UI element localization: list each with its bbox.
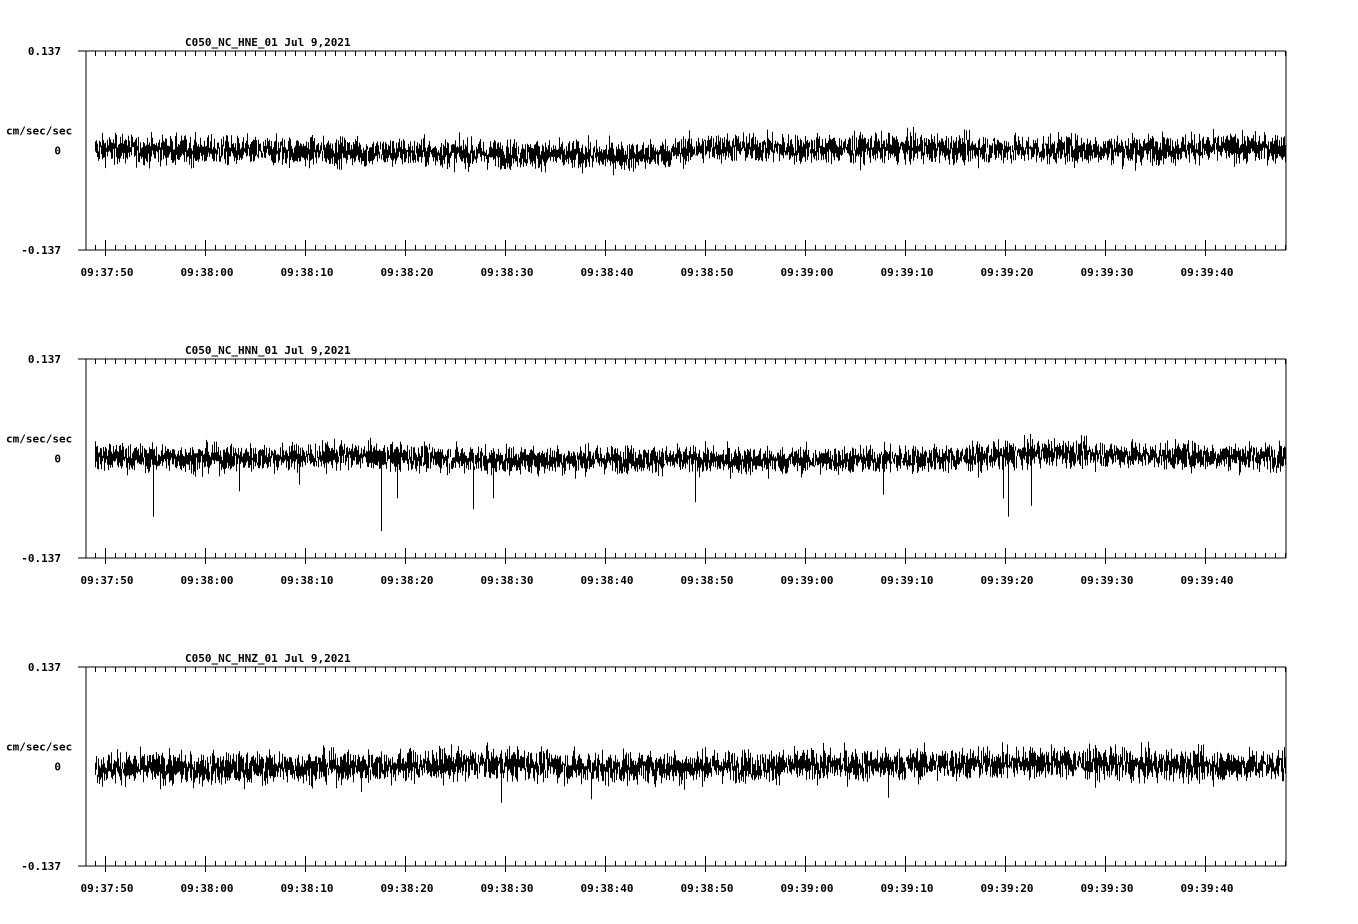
panel-title: C050_NC_HNZ_01 Jul 9,2021 [185,652,351,665]
channel-panel-2: C050_NC_HNN_01 Jul 9,2021 0.137 0 -0.137 cm/… [6,344,1287,587]
x-tick-label: 09:38:20 [381,882,434,895]
y-axis-label: cm/sec/sec [6,125,72,138]
x-tick-label: 09:38:30 [481,266,534,279]
y-axis-label: cm/sec/sec [6,741,72,754]
x-tick-label: 09:38:00 [181,882,234,895]
x-tick-label: 09:39:00 [781,266,834,279]
x-tick-label: 09:39:30 [1081,574,1134,587]
y-axis-label: cm/sec/sec [6,433,72,446]
x-tick-label: 09:39:40 [1181,574,1234,587]
seismogram-figure: C050_NC_HNE_01 Jul 9,2021 0.137 0 -0.137 cm/… [6,36,1287,895]
x-tick-label: 09:38:20 [381,266,434,279]
x-tick-label: 09:37:50 [81,266,134,279]
x-tick-label: 09:39:30 [1081,882,1134,895]
x-tick-label: 09:38:10 [281,266,334,279]
y-tick-label: -0.137 [21,244,61,257]
waveform-trace [95,741,1286,803]
x-tick-label: 09:38:40 [581,882,634,895]
x-tick-label: 09:38:10 [281,574,334,587]
x-tick-label: 09:39:20 [981,574,1034,587]
channel-panel-3: C050_NC_HNZ_01 Jul 9,2021 0.137 0 -0.137 cm/… [6,652,1287,895]
x-tick-label: 09:38:30 [481,882,534,895]
x-tick-label: 09:39:00 [781,574,834,587]
x-tick-label: 09:39:10 [881,574,934,587]
x-tick-label: 09:39:30 [1081,266,1134,279]
x-tick-label: 09:38:40 [581,574,634,587]
panel-title: C050_NC_HNE_01 Jul 9,2021 [185,36,351,49]
panel-title: C050_NC_HNN_01 Jul 9,2021 [185,344,351,357]
y-tick-label: 0 [54,761,61,774]
y-tick-label: 0 [54,453,61,466]
x-tick-label: 09:38:10 [281,882,334,895]
x-tick-label: 09:38:00 [181,266,234,279]
y-tick-label: 0.137 [28,45,61,58]
x-tick-label: 09:39:20 [981,266,1034,279]
x-tick-label: 09:38:40 [581,266,634,279]
x-tick-label: 09:38:00 [181,574,234,587]
x-tick-label: 09:39:40 [1181,266,1234,279]
x-tick-label: 09:38:50 [681,882,734,895]
x-tick-label: 09:38:50 [681,266,734,279]
x-tick-label: 09:38:30 [481,574,534,587]
y-tick-label: -0.137 [21,860,61,873]
waveform-trace [95,127,1286,176]
y-tick-label: 0.137 [28,353,61,366]
y-tick-label: 0.137 [28,661,61,674]
x-tick-label: 09:39:10 [881,882,934,895]
waveform-trace [95,433,1286,532]
y-tick-label: 0 [54,145,61,158]
x-tick-label: 09:37:50 [81,574,134,587]
x-tick-label: 09:38:50 [681,574,734,587]
x-tick-label: 09:39:40 [1181,882,1234,895]
x-tick-label: 09:39:20 [981,882,1034,895]
x-tick-label: 09:37:50 [81,882,134,895]
x-tick-label: 09:39:10 [881,266,934,279]
x-tick-label: 09:39:00 [781,882,834,895]
x-tick-label: 09:38:20 [381,574,434,587]
channel-panel-1: C050_NC_HNE_01 Jul 9,2021 0.137 0 -0.137 cm/… [6,36,1287,279]
y-tick-label: -0.137 [21,552,61,565]
